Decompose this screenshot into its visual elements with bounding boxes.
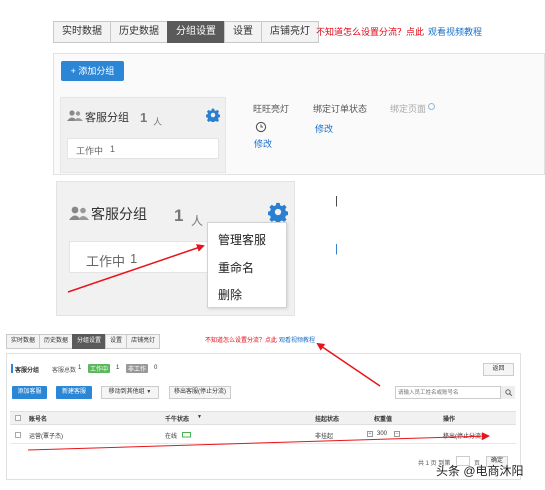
arrow-to-menu — [67, 244, 205, 293]
watermark: 头条 @电商沐阳 — [436, 464, 524, 478]
arrow-to-group-tab — [316, 342, 381, 387]
annotation-arrows — [27, 244, 490, 451]
arrow-to-remove-link — [27, 432, 490, 451]
